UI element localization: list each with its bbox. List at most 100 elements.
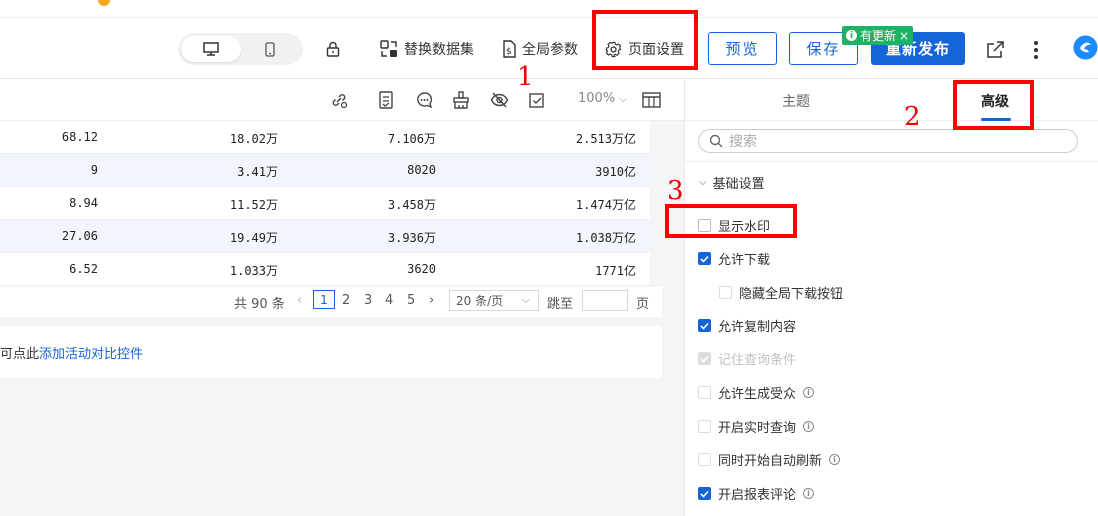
tab-theme[interactable]: 主题	[782, 91, 810, 111]
pagination: 共 90 条 ‹ 1 2 3 4 5 › 20 条/页 ⌵ 跳至 页	[0, 287, 662, 317]
table-cell: 9	[90, 163, 98, 177]
comment-button[interactable]	[414, 90, 434, 110]
canvas-toolbar: 100% ⌵	[0, 79, 684, 121]
mobile-view-button[interactable]	[240, 36, 300, 62]
table-cell: 3.41万	[237, 165, 278, 179]
settings-tabs: 主题 高级	[685, 79, 1098, 121]
monitor-icon	[203, 42, 219, 56]
table-row[interactable]: 8.94 11.52万 3.458万 1.474万亿	[0, 187, 650, 220]
eye-off-icon	[490, 92, 508, 108]
checkbox[interactable]	[698, 219, 711, 232]
lock-button[interactable]	[326, 36, 340, 62]
option-hide-global-download[interactable]: 隐藏全局下载按钮	[719, 283, 843, 302]
assistant-logo-icon	[1073, 35, 1098, 59]
preview-button[interactable]: 预览	[708, 32, 777, 65]
device-toggle	[178, 33, 303, 65]
info-icon[interactable]: i	[803, 488, 815, 499]
tab-advanced[interactable]: 高级	[981, 91, 1009, 111]
search-icon	[709, 134, 723, 148]
option-label: 开启实时查询	[718, 421, 797, 436]
option-show-watermark[interactable]: 显示水印	[698, 216, 770, 235]
prev-page-icon[interactable]: ‹	[297, 293, 302, 308]
report-doc-button[interactable]	[376, 90, 396, 110]
document-icon	[379, 91, 393, 109]
page-size-select[interactable]: 20 条/页 ⌵	[449, 290, 539, 311]
add-compare-control-link[interactable]: 添加活动对比控件	[39, 347, 143, 362]
checkbox-square-icon	[529, 93, 544, 108]
option-auto-refresh[interactable]: 同时开始自动刷新 i	[698, 450, 841, 469]
option-realtime-query[interactable]: 开启实时查询 i	[698, 417, 815, 436]
pagination-total: 共 90 条	[234, 297, 285, 312]
dataset-swap-icon	[380, 40, 397, 57]
divider	[685, 161, 1098, 162]
checkbox[interactable]	[698, 453, 711, 466]
hide-toggle-button[interactable]	[489, 90, 509, 110]
clear-style-button[interactable]	[451, 90, 471, 110]
jump-page-input[interactable]	[582, 290, 628, 311]
checkbox[interactable]	[698, 252, 711, 265]
option-label: 同时开始自动刷新	[718, 454, 823, 469]
select-check-button[interactable]	[527, 90, 547, 110]
table-row[interactable]: 27.06 19.49万 3.936万 1.038万亿	[0, 220, 650, 253]
checkbox[interactable]	[698, 420, 711, 433]
table-cell: 27.06	[61, 229, 98, 243]
table-view-button[interactable]	[641, 90, 661, 110]
chevron-down-icon: ⌵	[699, 177, 707, 188]
zoom-value: 100%	[578, 91, 616, 106]
more-menu-button[interactable]	[1033, 37, 1039, 63]
table-cell: 68.12	[61, 130, 98, 144]
compare-hint-text: 可点此添加活动对比控件	[0, 343, 143, 362]
assistant-button[interactable]	[1073, 34, 1098, 60]
compare-hint-prefix: 可点此	[0, 347, 40, 362]
option-generate-audience[interactable]: 允许生成受众 i	[698, 383, 815, 402]
option-allow-download[interactable]: 允许下载	[698, 249, 770, 268]
settings-search-input[interactable]: 搜索	[698, 129, 1078, 153]
open-external-button[interactable]	[986, 37, 1004, 63]
info-icon[interactable]: i	[803, 387, 815, 398]
info-icon[interactable]: i	[803, 421, 815, 432]
info-icon[interactable]: i	[829, 454, 841, 465]
option-label: 允许复制内容	[718, 320, 797, 335]
link-settings-button[interactable]	[329, 90, 349, 110]
checkbox[interactable]	[719, 286, 732, 299]
page-button[interactable]: 5	[407, 293, 415, 308]
tab-indicator-icon	[98, 0, 110, 6]
table-cell: 3.458万	[387, 198, 436, 212]
annotation-number: 1	[517, 62, 534, 92]
option-allow-copy[interactable]: 允许复制内容	[698, 316, 796, 335]
page-unit-label: 页	[636, 297, 650, 312]
table-row[interactable]: 68.12 18.02万 7.106万 2.513万亿	[0, 121, 650, 154]
page-button[interactable]: 4	[385, 293, 393, 308]
section-basic-settings[interactable]: ⌵ 基础设置	[699, 173, 765, 192]
option-report-comments[interactable]: 开启报表评论 i	[698, 484, 815, 503]
option-label: 记住查询条件	[718, 353, 797, 368]
table-row[interactable]: 6.52 1.033万 3620 1771亿	[0, 253, 650, 286]
zoom-select[interactable]: 100% ⌵	[578, 91, 627, 106]
table-cell: 7.106万	[387, 132, 436, 146]
checkbox[interactable]	[698, 319, 711, 332]
update-badge-label: 有更新	[860, 29, 897, 43]
table-cell: 1771亿	[595, 264, 636, 278]
page-button[interactable]: 3	[364, 293, 372, 308]
more-vertical-icon	[1034, 41, 1038, 59]
checkbox[interactable]	[698, 386, 711, 399]
desktop-view-button[interactable]	[181, 36, 241, 62]
close-icon[interactable]: ×	[899, 29, 909, 43]
global-params-button[interactable]: $ 全局参数	[501, 36, 578, 62]
checkbox[interactable]	[698, 487, 711, 500]
page-button[interactable]: 2	[342, 293, 350, 308]
table-cell: 1.474万亿	[575, 198, 636, 212]
replace-dataset-button[interactable]: 替换数据集	[380, 36, 474, 62]
table-cell: 1.033万	[229, 264, 278, 278]
option-remember-query: 记住查询条件	[698, 349, 796, 368]
page-settings-button[interactable]: 页面设置	[605, 36, 684, 62]
table-row[interactable]: 9 3.41万 8020 3910亿	[0, 154, 650, 187]
next-page-icon[interactable]: ›	[429, 293, 434, 308]
update-badge[interactable]: i 有更新 ×	[842, 26, 914, 45]
jump-label: 跳至	[547, 297, 574, 312]
lock-icon	[326, 41, 340, 57]
chevron-down-icon: ⌵	[521, 293, 530, 306]
check-icon	[700, 255, 709, 263]
page-button-current[interactable]: 1	[313, 290, 335, 309]
annotation-number: 3	[667, 176, 684, 206]
